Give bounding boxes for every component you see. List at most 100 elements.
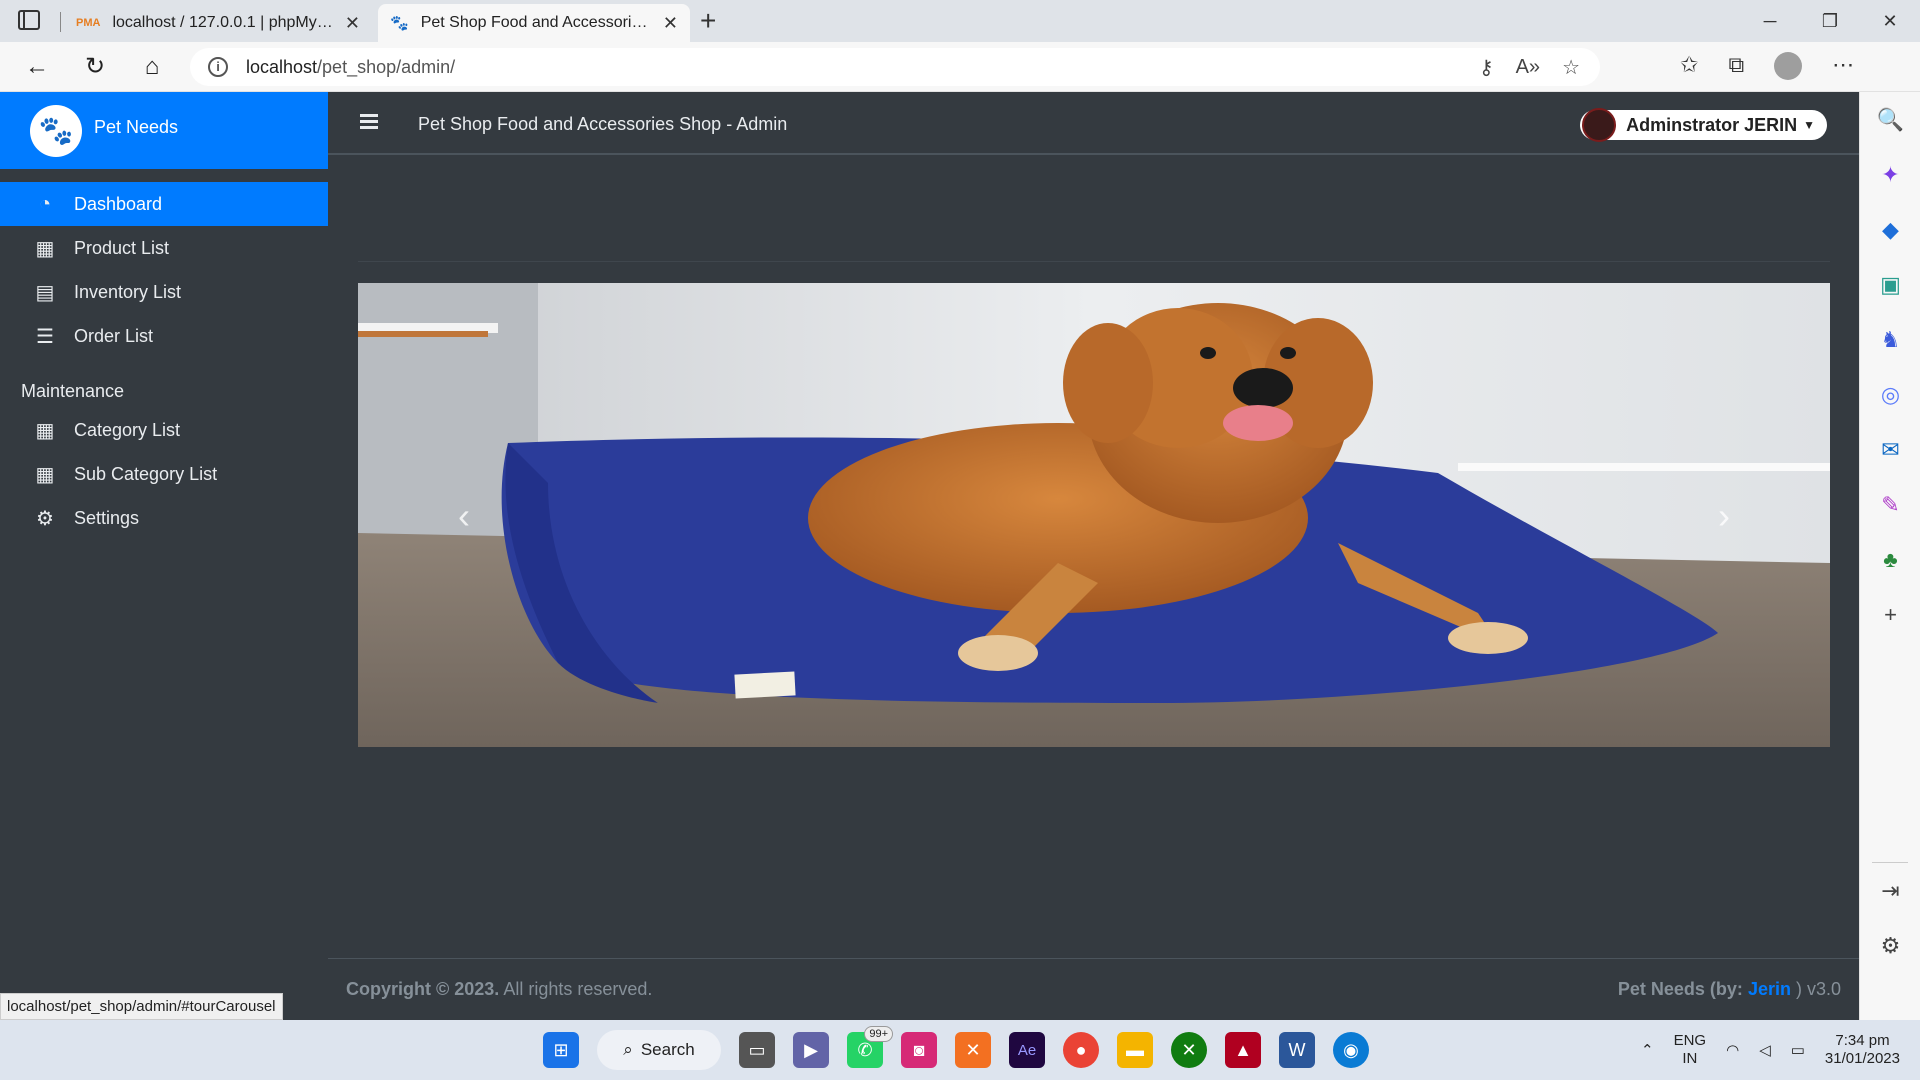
xampp-icon[interactable]: ✕ [955,1032,991,1068]
system-tray: ⌃ ENG IN ◠ ◁ ▭ 7:34 pm 31/01/2023 [1641,1020,1900,1080]
volume-icon[interactable]: ◁ [1759,1041,1771,1059]
windows-start-icon[interactable]: ⊞ [543,1032,579,1068]
favorites-icon[interactable]: ✩ [1680,52,1698,80]
instagram-icon[interactable]: ◙ [901,1032,937,1068]
teams-icon[interactable]: ▶ [793,1032,829,1068]
key-icon[interactable]: ⚷ [1479,55,1494,80]
image-carousel: ‹ › [358,283,1830,747]
app-header: Pet Shop Food and Accessories Shop - Adm… [328,92,1859,155]
close-icon[interactable]: ✕ [663,13,678,34]
sidebar-item-category-list[interactable]: ▦ Category List [0,408,328,452]
page-title: Pet Shop Food and Accessories Shop - Adm… [418,114,788,134]
brand[interactable]: 🐾 Pet Needs [0,92,328,169]
edge-icon[interactable]: ◉ [1333,1032,1369,1068]
carousel-prev-icon[interactable]: ‹ [458,495,470,537]
clock[interactable]: 7:34 pm 31/01/2023 [1825,1032,1900,1068]
read-aloud-icon[interactable]: A» [1516,56,1540,79]
profile-avatar[interactable] [1774,52,1803,80]
sidebar-item-label: Product List [74,237,170,258]
back-icon[interactable]: ← [22,52,52,82]
paw-logo-icon: 🐾 [30,104,82,157]
close-window-icon[interactable]: ✕ [1860,0,1920,42]
carousel-next-icon[interactable]: › [1718,495,1730,537]
url-input[interactable]: i localhost/pet_shop/admin/ ⚷ A» ☆ [190,48,1600,86]
gear-icon[interactable]: ⚙ [1860,918,1920,973]
sidebar-item-product-list[interactable]: ▦ Product List [0,226,328,270]
designer-icon[interactable]: ✎ [1860,477,1920,532]
box-icon: ▦ [35,237,55,260]
language-bottom: IN [1682,1050,1698,1067]
copyright-rest: All rights reserved. [499,979,653,999]
url-host: localhost [246,56,318,77]
shopping-tag-icon[interactable]: ◆ [1860,202,1920,257]
sidebar-item-inventory-list[interactable]: ▤ Inventory List [0,270,328,314]
status-bar-url: localhost/pet_shop/admin/#tourCarousel [0,993,283,1020]
menu-toggle-icon[interactable] [360,114,378,132]
copyright-bold: Copyright © 2023. [346,979,500,999]
user-dropdown[interactable]: Adminstrator JERIN ▼ [1580,108,1827,142]
credit: Pet Needs (by: Jerin ) v3.0 [1618,979,1841,1000]
sidebar-item-settings[interactable]: ⚙ Settings [0,496,328,540]
chevron-up-icon[interactable]: ⌃ [1641,1041,1654,1059]
tools-icon[interactable]: ▣ [1860,257,1920,312]
tab-title: Pet Shop Food and Accessories Shop - Adm… [420,14,653,31]
credit-suffix: ) v3.0 [1790,979,1841,999]
url-path: /pet_shop/admin/ [317,56,456,77]
tab-actions-icon[interactable] [18,10,40,30]
sidebar-item-dashboard[interactable]: ◔ Dashboard [0,182,328,226]
sidebar-section-header: Maintenance [21,381,125,401]
site-info-icon[interactable]: i [208,57,228,77]
sidebar-item-label: Settings [74,507,140,528]
taskbar-search[interactable]: ⌕ Search [597,1030,721,1070]
notification-badge: 99+ [864,1026,893,1042]
edge-side-panel: 🔍 ✦ ◆ ▣ ♞ ◎ ✉ ✎ ♣ + ⇥ ⚙ [1859,92,1920,1020]
xbox-icon[interactable]: ✕ [1171,1032,1207,1068]
tab-phpmyadmin[interactable]: PMA localhost / 127.0.0.1 | phpMyAdmin ✕ [64,4,372,42]
search-icon[interactable]: 🔍 [1860,92,1920,147]
more-icon[interactable]: ⋯ [1832,52,1854,80]
tree-icon[interactable]: ♣ [1860,532,1920,587]
sidebar-item-sub-category-list[interactable]: ▦ Sub Category List [0,452,328,496]
wifi-icon[interactable]: ◠ [1726,1041,1739,1059]
add-icon[interactable]: + [1860,587,1920,642]
panel-spacer [1860,642,1920,862]
after-effects-icon[interactable]: Ae [1009,1032,1045,1068]
restore-icon[interactable]: ❐ [1800,0,1860,42]
home-icon[interactable]: ⌂ [137,52,167,82]
hide-sidebar-icon[interactable]: ⇥ [1860,863,1920,918]
new-tab-button[interactable]: + [700,4,716,38]
copilot-icon[interactable]: ✦ [1860,147,1920,202]
sidebar-item-label: Inventory List [74,281,182,302]
task-view-icon[interactable]: ▭ [739,1032,775,1068]
games-icon[interactable]: ♞ [1860,312,1920,367]
microsoft365-icon[interactable]: ◎ [1860,367,1920,422]
copyright: Copyright © 2023. All rights reserved. [346,979,652,1000]
brand-name: Pet Needs [94,117,179,137]
word-icon[interactable]: W [1279,1032,1315,1068]
battery-icon[interactable]: ▭ [1791,1041,1805,1059]
whatsapp-icon[interactable]: ✆ 99+ [847,1026,893,1068]
outlook-icon[interactable]: ✉ [1860,422,1920,477]
credit-link[interactable]: Jerin [1748,979,1791,999]
sidebar-item-order-list[interactable]: ☰ Order List [0,314,328,358]
game-icon[interactable]: ▲ [1225,1032,1261,1068]
sidebar-menu: ◔ Dashboard ▦ Product List ▤ Inventory L… [0,182,328,540]
clipboard-icon: ▤ [35,281,55,304]
minimize-icon[interactable]: ─ [1740,0,1800,42]
sidebar: 🐾 Pet Needs ◔ Dashboard ▦ Product List ▤… [0,92,328,1020]
sidebar-item-label: Dashboard [74,193,163,214]
refresh-icon[interactable]: ↻ [80,52,110,82]
close-icon[interactable]: ✕ [345,13,360,34]
file-explorer-icon[interactable]: ▬ [1117,1032,1153,1068]
clock-date: 31/01/2023 [1824,1050,1900,1067]
content-divider [358,261,1830,262]
add-favorite-icon[interactable]: ☆ [1562,55,1580,80]
collections-icon[interactable]: ⧉ [1728,52,1744,80]
chrome-icon[interactable]: ● [1063,1032,1099,1068]
avatar [1582,108,1617,142]
caret-down-icon: ▼ [1803,118,1815,132]
language-indicator[interactable]: ENG IN [1674,1032,1707,1068]
browser-tab-bar: PMA localhost / 127.0.0.1 | phpMyAdmin ✕… [0,0,1920,42]
address-bar-row: ← ↻ ⌂ i localhost/pet_shop/admin/ ⚷ A» ☆… [0,42,1920,92]
tab-pet-shop[interactable]: 🐾 Pet Shop Food and Accessories Shop - A… [378,4,690,42]
